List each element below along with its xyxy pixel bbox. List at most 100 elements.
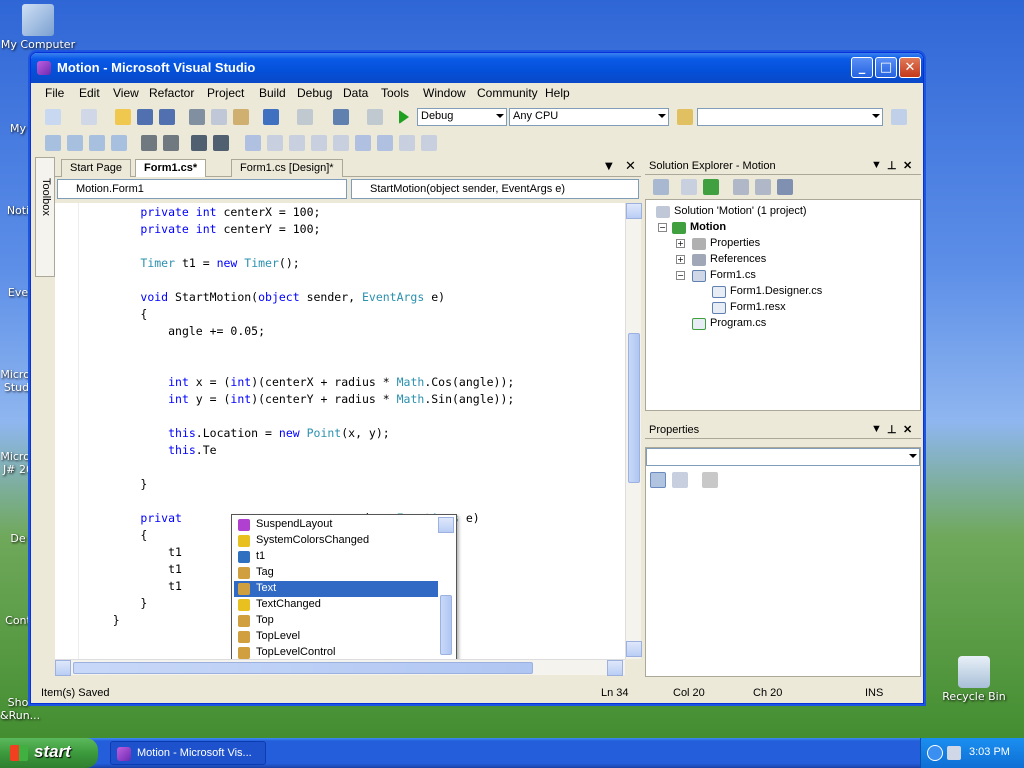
tree-references[interactable]: References: [692, 252, 766, 268]
redo-icon[interactable]: [297, 109, 313, 125]
parameter-info-icon[interactable]: [67, 135, 83, 151]
menu-data[interactable]: Data: [343, 86, 368, 100]
solution-explorer-title-bar[interactable]: Solution Explorer - Motion ▼ ⊥ ✕: [645, 157, 921, 175]
intellisense-list[interactable]: SuspendLayout SystemColorsChanged t1 Tag Tex…: [231, 514, 457, 659]
horizontal-scroll-thumb[interactable]: [73, 662, 533, 674]
tree-solution[interactable]: Solution 'Motion' (1 project): [656, 204, 807, 220]
intellisense-item[interactable]: Top: [234, 613, 438, 629]
solution-configuration-combo[interactable]: Debug: [417, 108, 507, 126]
previous-bookmark-in-document-icon[interactable]: [355, 135, 371, 151]
solution-explorer-toolbar-icon[interactable]: [891, 109, 907, 125]
clear-bookmarks-icon[interactable]: [399, 135, 415, 151]
refresh-icon[interactable]: [703, 179, 719, 195]
code-editor[interactable]: private int centerX = 100; private int c…: [55, 203, 625, 659]
recycle-bin-desktop-icon[interactable]: Recycle Bin: [936, 656, 1012, 703]
menu-window[interactable]: Window: [423, 86, 466, 100]
uncomment-icon[interactable]: [213, 135, 229, 151]
clock[interactable]: 3:03 PM: [969, 746, 1010, 758]
menu-refactor[interactable]: Refactor: [149, 86, 194, 100]
decrease-indent-icon[interactable]: [141, 135, 157, 151]
tray-collapse-icon[interactable]: [927, 745, 943, 761]
object-members-icon[interactable]: [45, 135, 61, 151]
tab-form1-cs[interactable]: Form1.cs*: [135, 159, 207, 177]
volume-icon[interactable]: [947, 746, 961, 760]
menu-build[interactable]: Build: [259, 86, 286, 100]
vertical-scroll-thumb[interactable]: [628, 333, 640, 483]
complete-word-icon[interactable]: [111, 135, 127, 151]
view-designer-icon[interactable]: [755, 179, 771, 195]
next-bookmark-in-document-icon[interactable]: [377, 135, 393, 151]
object-selector-combo[interactable]: [646, 448, 920, 466]
intellisense-item[interactable]: TopLevelControl: [234, 645, 438, 659]
properties-icon[interactable]: [653, 179, 669, 195]
save-icon[interactable]: [137, 109, 153, 125]
menu-tools[interactable]: Tools: [381, 86, 409, 100]
save-all-icon[interactable]: [159, 109, 175, 125]
alphabetical-icon[interactable]: [672, 472, 688, 488]
pane-menu-icon[interactable]: ▼: [871, 159, 882, 171]
tab-form1-design[interactable]: Form1.cs [Design]*: [231, 159, 343, 177]
view-class-diagram-icon[interactable]: [777, 179, 793, 195]
scroll-left-button[interactable]: [55, 660, 71, 676]
intellisense-scroll-up[interactable]: [438, 517, 454, 533]
pane-menu-icon[interactable]: ▼: [871, 423, 882, 435]
solution-platform-combo[interactable]: Any CPU: [509, 108, 669, 126]
next-bookmark-in-folder-icon[interactable]: [333, 135, 349, 151]
new-project-icon[interactable]: [45, 109, 61, 125]
intellisense-item[interactable]: SystemColorsChanged: [234, 533, 438, 549]
start-button[interactable]: start: [0, 738, 98, 768]
close-document-icon[interactable]: ✕: [625, 159, 636, 174]
intellisense-item[interactable]: SuspendLayout: [234, 517, 438, 533]
intellisense-item[interactable]: t1: [234, 549, 438, 565]
toggle-bookmark-icon[interactable]: [245, 135, 261, 151]
undo-icon[interactable]: [263, 109, 279, 125]
editor-vertical-scrollbar[interactable]: [625, 203, 642, 659]
editor-horizontal-scrollbar[interactable]: [55, 659, 625, 676]
quick-info-icon[interactable]: [89, 135, 105, 151]
collapse-project-icon[interactable]: −: [658, 223, 667, 232]
toolbar-options-icon[interactable]: [421, 135, 437, 151]
previous-bookmark-in-folder-icon[interactable]: [311, 135, 327, 151]
toolbox-tab[interactable]: Toolbox: [35, 157, 55, 277]
intellisense-item[interactable]: TopLevel: [234, 629, 438, 645]
add-item-icon[interactable]: [81, 109, 97, 125]
comment-out-icon[interactable]: [191, 135, 207, 151]
tree-form1-designer[interactable]: Form1.Designer.cs: [712, 284, 822, 300]
view-code-icon[interactable]: [733, 179, 749, 195]
intellisense-item[interactable]: Tag: [234, 565, 438, 581]
cut-icon[interactable]: [189, 109, 205, 125]
menu-community[interactable]: Community: [477, 86, 538, 100]
maximize-button[interactable]: □: [875, 57, 897, 78]
expand-references-icon[interactable]: +: [676, 255, 685, 264]
navigate-backward-icon[interactable]: [333, 109, 349, 125]
property-pages-icon[interactable]: [702, 472, 718, 488]
expand-properties-icon[interactable]: +: [676, 239, 685, 248]
scroll-up-button[interactable]: [626, 203, 642, 219]
increase-indent-icon[interactable]: [163, 135, 179, 151]
auto-hide-pin-icon[interactable]: ⊥: [887, 423, 897, 436]
open-folder-icon[interactable]: [115, 109, 131, 125]
tree-form1-resx[interactable]: Form1.resx: [712, 300, 786, 316]
menu-project[interactable]: Project: [207, 86, 244, 100]
tab-start-page[interactable]: Start Page: [61, 159, 131, 177]
close-button[interactable]: ✕: [899, 57, 921, 78]
intellisense-scroll-thumb[interactable]: [440, 595, 452, 655]
menu-view[interactable]: View: [113, 86, 139, 100]
find-combo[interactable]: [697, 108, 883, 126]
scroll-right-button[interactable]: [607, 660, 623, 676]
close-pane-icon[interactable]: ✕: [903, 423, 912, 436]
menu-help[interactable]: Help: [545, 86, 570, 100]
menu-file[interactable]: File: [45, 86, 64, 100]
scroll-down-button[interactable]: [626, 641, 642, 657]
categorized-icon[interactable]: [650, 472, 666, 488]
tree-properties[interactable]: Properties: [692, 236, 760, 252]
tree-project[interactable]: Motion: [672, 220, 726, 236]
minimize-button[interactable]: _: [851, 57, 873, 78]
intellisense-item[interactable]: TextChanged: [234, 597, 438, 613]
find-in-files-icon[interactable]: [677, 109, 693, 125]
member-navigation-combo[interactable]: StartMotion(object sender, EventArgs e): [351, 179, 639, 199]
start-debugging-icon[interactable]: [399, 110, 409, 124]
intellisense-item[interactable]: Text: [234, 581, 438, 597]
previous-bookmark-icon[interactable]: [267, 135, 283, 151]
auto-hide-pin-icon[interactable]: ⊥: [887, 159, 897, 172]
